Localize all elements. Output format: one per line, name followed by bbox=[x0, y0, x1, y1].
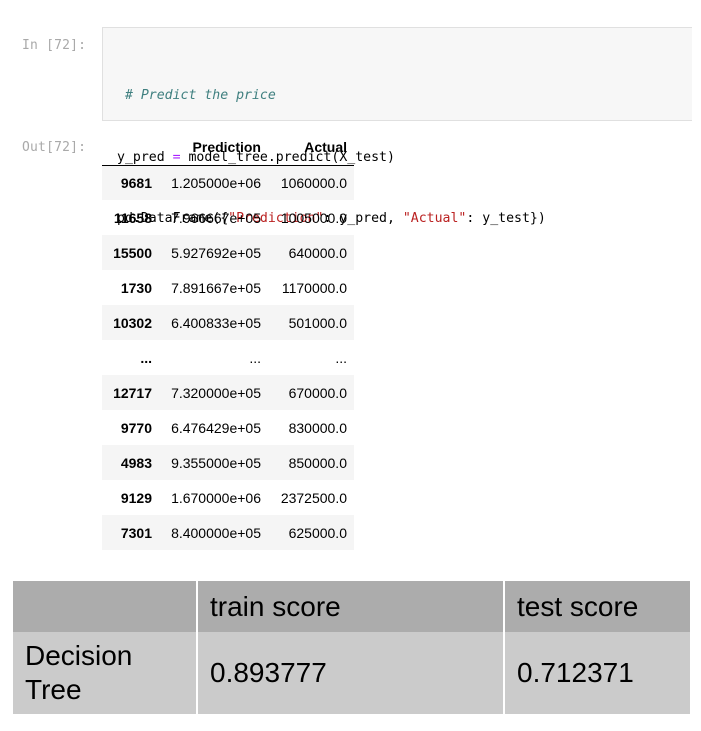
train-score-header: train score bbox=[197, 581, 505, 632]
row-index: 10302 bbox=[113, 314, 152, 331]
row-index: 15500 bbox=[113, 244, 152, 261]
actual-cell: 640000.0 bbox=[288, 244, 347, 261]
prediction-cell: 7.891667e+05 bbox=[171, 279, 261, 296]
table-row: 9770 6.476429e+05 830000.0 bbox=[102, 410, 354, 445]
test-score-header: test score bbox=[504, 581, 690, 632]
table-row: 7301 8.400000e+05 625000.0 bbox=[102, 515, 354, 550]
model-name: Decision Tree bbox=[13, 632, 198, 714]
test-score-value: 0.712371 bbox=[504, 632, 690, 714]
actual-cell: 830000.0 bbox=[288, 419, 347, 436]
index-header bbox=[102, 130, 159, 166]
prediction-cell: 5.927692e+05 bbox=[171, 244, 261, 261]
prediction-cell: 7.320000e+05 bbox=[171, 384, 261, 401]
actual-cell: 1060000.0 bbox=[280, 174, 347, 191]
score-header-row: train score test score bbox=[13, 581, 690, 632]
actual-cell: ... bbox=[335, 349, 347, 366]
table-row: 11658 7.966667e+05 1005000.0 bbox=[102, 200, 354, 235]
actual-cell: 850000.0 bbox=[288, 454, 347, 471]
code-cell[interactable]: # Predict the price y_pred = model_tree.… bbox=[102, 27, 692, 226]
row-index: 1730 bbox=[120, 279, 152, 296]
prediction-cell: 8.400000e+05 bbox=[171, 524, 261, 541]
table-row: 10302 6.400833e+05 501000.0 bbox=[102, 305, 354, 340]
score-row: Decision Tree 0.893777 0.712371 bbox=[13, 632, 690, 714]
actual-cell: 1170000.0 bbox=[281, 279, 347, 296]
table-row: 15500 5.927692e+05 640000.0 bbox=[102, 235, 354, 270]
score-table: train score test score Decision Tree 0.8… bbox=[13, 581, 690, 714]
prediction-cell: ... bbox=[249, 349, 261, 366]
table-row: 1730 7.891667e+05 1170000.0 bbox=[102, 270, 354, 305]
actual-cell: 625000.0 bbox=[288, 524, 347, 541]
actual-header: Actual bbox=[268, 130, 354, 166]
prediction-dataframe: Prediction Actual 9681 1.205000e+06 1060… bbox=[102, 130, 354, 550]
prediction-header: Prediction bbox=[159, 130, 268, 166]
dataframe-header-row: Prediction Actual bbox=[102, 130, 354, 166]
row-index: 11658 bbox=[113, 209, 152, 226]
row-index: 4983 bbox=[120, 454, 152, 471]
model-header bbox=[13, 581, 198, 632]
prediction-cell: 6.400833e+05 bbox=[171, 314, 261, 331]
row-index: ... bbox=[140, 349, 152, 366]
table-row: 9681 1.205000e+06 1060000.0 bbox=[102, 165, 354, 200]
table-row: 9129 1.670000e+06 2372500.0 bbox=[102, 480, 354, 515]
code-comment: # Predict the price bbox=[124, 88, 276, 103]
output-prompt: Out[72]: bbox=[22, 140, 87, 155]
prediction-cell: 7.966667e+05 bbox=[171, 209, 261, 226]
actual-cell: 670000.0 bbox=[288, 384, 347, 401]
prediction-cell: 9.355000e+05 bbox=[171, 454, 261, 471]
table-row: 4983 9.355000e+05 850000.0 bbox=[102, 445, 354, 480]
code-token: : y_test}) bbox=[466, 211, 546, 226]
prediction-cell: 6.476429e+05 bbox=[171, 419, 261, 436]
actual-cell: 2372500.0 bbox=[280, 489, 347, 506]
prediction-cell: 1.205000e+06 bbox=[171, 174, 261, 191]
row-index: 9129 bbox=[120, 489, 152, 506]
ellipsis-row: ... ... ... bbox=[102, 340, 354, 375]
row-index: 9681 bbox=[120, 174, 152, 191]
prediction-cell: 1.670000e+06 bbox=[171, 489, 261, 506]
train-score-value: 0.893777 bbox=[197, 632, 505, 714]
row-index: 9770 bbox=[120, 419, 152, 436]
row-index: 7301 bbox=[120, 524, 152, 541]
row-index: 12717 bbox=[113, 384, 152, 401]
actual-cell: 1005000.0 bbox=[280, 209, 347, 226]
input-prompt: In [72]: bbox=[22, 38, 87, 53]
actual-cell: 501000.0 bbox=[288, 314, 347, 331]
code-string: "Actual" bbox=[402, 211, 467, 226]
table-row: 12717 7.320000e+05 670000.0 bbox=[102, 375, 354, 410]
